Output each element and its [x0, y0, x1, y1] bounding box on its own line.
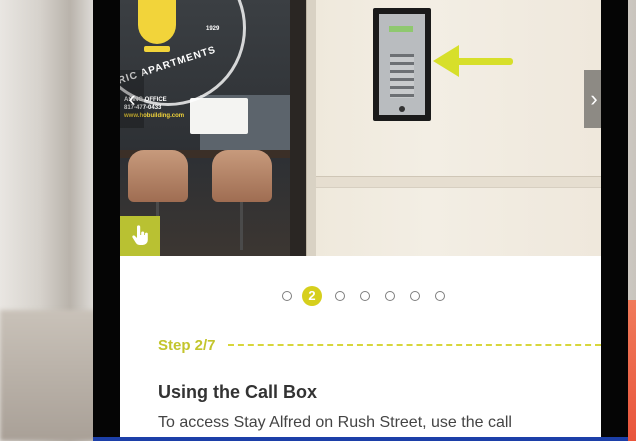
- step-label: Step 2/7: [158, 336, 216, 354]
- lightbulb-base: [144, 46, 170, 52]
- pager-dot[interactable]: [385, 291, 395, 301]
- call-box-button: [399, 106, 405, 112]
- step-description: To access Stay Alfred on Rush Street, us…: [158, 414, 512, 431]
- call-box-keypad: [390, 54, 414, 98]
- step-title: Using the Call Box: [158, 382, 318, 402]
- arrow-shaft: [455, 58, 513, 65]
- door-frame: [290, 0, 306, 256]
- pager-dot[interactable]: [360, 291, 370, 301]
- call-box: [373, 8, 431, 121]
- pager-dot[interactable]: [435, 291, 445, 301]
- step-pager: 2: [282, 285, 460, 307]
- pager-dot-active[interactable]: 2: [302, 286, 322, 306]
- lightbulb-logo-icon: [138, 0, 176, 44]
- app-screen: 1929 RIC APARTMENTS ASING OFFICE 817-477…: [120, 0, 601, 441]
- chair-leg: [240, 202, 243, 250]
- hallway-wall: [316, 0, 601, 256]
- logo-year: 1929: [206, 26, 220, 32]
- pager-dot[interactable]: [282, 291, 292, 301]
- hand-pointer-icon: [132, 225, 148, 245]
- step-photo: 1929 RIC APARTMENTS ASING OFFICE 817-477…: [120, 0, 601, 256]
- pager-dot[interactable]: [335, 291, 345, 301]
- bottom-edge: [93, 437, 628, 441]
- chair-rail: [316, 176, 601, 188]
- step-header: Step 2/7: [158, 336, 601, 354]
- next-photo-button[interactable]: ›: [584, 70, 601, 128]
- touch-gesture-button[interactable]: [120, 216, 160, 256]
- office-chair: [128, 150, 188, 202]
- step-divider: [227, 344, 601, 346]
- call-box-display: [389, 26, 413, 32]
- call-box-panel: [379, 14, 425, 115]
- office-monitor: [190, 98, 248, 134]
- previous-photo-button[interactable]: ‹: [120, 70, 144, 128]
- pager-dot[interactable]: [410, 291, 420, 301]
- office-chair: [212, 150, 272, 202]
